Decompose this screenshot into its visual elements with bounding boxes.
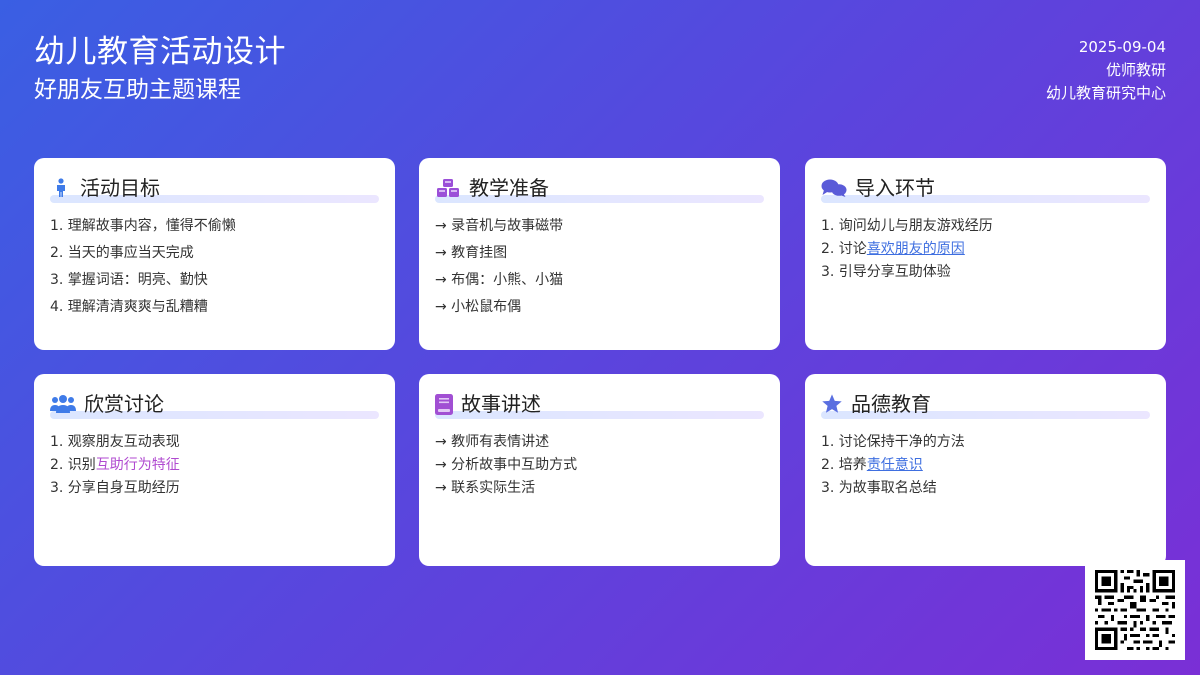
list-item: 4. 理解清清爽爽与乱糟糟 (50, 299, 208, 315)
card-title: 欣赏讨论 (84, 392, 164, 416)
card-list: 1. 讨论保持干净的方法 2. 培养责任意识 3. 为故事取名总结 (821, 432, 1150, 501)
card-teaching-prep: 教学准备 → 录音机与故事磁带 → 教育挂图 → 布偶：小熊、小猫 → 小松鼠布… (419, 158, 780, 350)
list-item: → 教育挂图 (435, 245, 508, 261)
card-header: 教学准备 (435, 158, 764, 216)
author-text: 优师教研 (1105, 61, 1166, 79)
qr-code-image (1095, 570, 1175, 650)
card-introduction: 导入环节 1. 询问幼儿与朋友游戏经历 2. 讨论喜欢朋友的原因 3. 引导分享… (805, 158, 1166, 350)
card-appreciation-discussion: 欣赏讨论 1. 观察朋友互动表现 2. 识别互助行为特征 3. 分享自身互助经历 (34, 374, 395, 566)
list-item: 1. 理解故事内容，懂得不偷懒 (50, 218, 236, 234)
card-list: → 录音机与故事磁带 → 教育挂图 → 布偶：小熊、小猫 → 小松鼠布偶 (435, 216, 764, 324)
card-header: 导入环节 (821, 158, 1150, 216)
card-activity-goals: 活动目标 1. 理解故事内容，懂得不偷懒 2. 当天的事应当天完成 3. 掌握词… (34, 158, 395, 350)
card-list: → 教师有表情讲述 → 分析故事中互助方式 → 联系实际生活 (435, 432, 764, 501)
highlight-link[interactable]: 喜欢朋友的原因 (867, 241, 965, 257)
card-header: 故事讲述 (435, 374, 764, 432)
list-item: → 录音机与故事磁带 (435, 218, 564, 234)
date-text: 2025-09-04 (1078, 38, 1166, 56)
list-item: → 小松鼠布偶 (435, 299, 522, 315)
card-story-telling: 故事讲述 → 教师有表情讲述 → 分析故事中互助方式 → 联系实际生活 (419, 374, 780, 566)
chat-bubbles-icon (821, 177, 847, 199)
list-item: 1. 询问幼儿与朋友游戏经历 (821, 218, 993, 234)
list-item: → 分析故事中互助方式 (435, 457, 578, 473)
card-list: 1. 询问幼儿与朋友游戏经历 2. 讨论喜欢朋友的原因 3. 引导分享互助体验 (821, 216, 1150, 285)
list-item: 3. 分享自身互助经历 (50, 480, 180, 496)
card-header: 品德教育 (821, 374, 1150, 432)
card-title: 活动目标 (80, 176, 160, 200)
list-item: → 联系实际生活 (435, 480, 536, 496)
card-header: 欣赏讨论 (50, 374, 379, 432)
list-item: 2. 当天的事应当天完成 (50, 245, 194, 261)
card-title: 教学准备 (469, 176, 549, 200)
book-icon (435, 393, 453, 415)
star-icon (821, 393, 843, 415)
child-icon (50, 177, 72, 199)
qr-code (1085, 560, 1185, 660)
list-item: 2. 培养责任意识 (821, 457, 923, 473)
cubes-icon (435, 177, 461, 199)
list-item: → 布偶：小熊、小猫 (435, 272, 564, 288)
list-item: → 教师有表情讲述 (435, 434, 550, 450)
page-title: 幼儿教育活动设计 (34, 34, 286, 70)
card-header: 活动目标 (50, 158, 379, 216)
card-title: 故事讲述 (461, 392, 541, 416)
org-text: 幼儿教育研究中心 (1045, 84, 1166, 102)
list-item: 3. 引导分享互助体验 (821, 264, 951, 280)
card-title: 品德教育 (851, 392, 931, 416)
header-left: 幼儿教育活动设计 好朋友互助主题课程 (34, 32, 286, 106)
list-item: 3. 为故事取名总结 (821, 480, 937, 496)
header-meta: 2025-09-04 优师教研 幼儿教育研究中心 (1046, 36, 1166, 105)
highlight-link[interactable]: 责任意识 (867, 457, 923, 473)
list-item: 3. 掌握词语：明亮、勤快 (50, 272, 208, 288)
highlight-text: 互助行为特征 (95, 457, 180, 473)
list-item: 1. 讨论保持干净的方法 (821, 434, 965, 450)
card-title: 导入环节 (855, 176, 935, 200)
list-item: 2. 讨论喜欢朋友的原因 (821, 241, 965, 257)
list-item: 2. 识别互助行为特征 (50, 457, 180, 473)
users-icon (50, 393, 76, 415)
card-list: 1. 观察朋友互动表现 2. 识别互助行为特征 3. 分享自身互助经历 (50, 432, 379, 501)
slide: 幼儿教育活动设计 好朋友互助主题课程 2025-09-04 优师教研 幼儿教育研… (0, 0, 1200, 675)
page-subtitle: 好朋友互助主题课程 (34, 77, 241, 103)
card-moral-education: 品德教育 1. 讨论保持干净的方法 2. 培养责任意识 3. 为故事取名总结 (805, 374, 1166, 566)
list-item: 1. 观察朋友互动表现 (50, 434, 180, 450)
card-list: 1. 理解故事内容，懂得不偷懒 2. 当天的事应当天完成 3. 掌握词语：明亮、… (50, 216, 379, 324)
